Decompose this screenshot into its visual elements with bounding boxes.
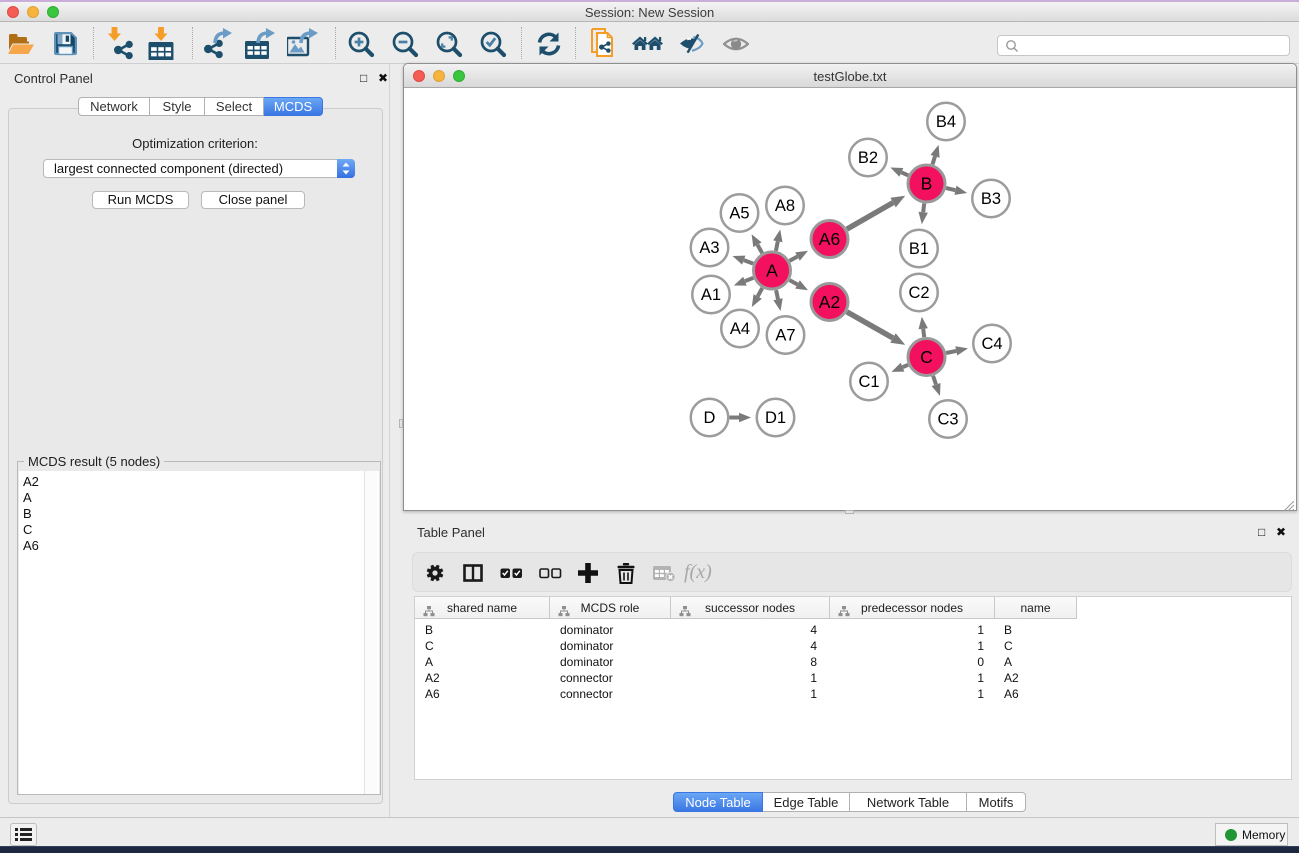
svg-text:A5: A5 xyxy=(729,205,749,223)
svg-text:D: D xyxy=(704,409,716,427)
svg-text:f(x): f(x) xyxy=(684,562,712,583)
svg-text:D1: D1 xyxy=(765,409,786,427)
svg-text:C: C xyxy=(920,347,933,367)
svg-text:A7: A7 xyxy=(775,327,795,345)
svg-text:C4: C4 xyxy=(981,335,1002,353)
svg-text:C3: C3 xyxy=(937,411,958,429)
svg-text:A3: A3 xyxy=(699,239,719,257)
svg-text:B4: B4 xyxy=(936,113,956,131)
svg-text:A1: A1 xyxy=(701,286,721,304)
svg-text:C2: C2 xyxy=(908,284,929,302)
svg-text:A2: A2 xyxy=(819,292,840,312)
svg-text:A: A xyxy=(766,261,778,281)
svg-text:A6: A6 xyxy=(819,229,840,249)
svg-text:B3: B3 xyxy=(981,190,1001,208)
svg-text:B2: B2 xyxy=(858,149,878,167)
svg-text:B: B xyxy=(921,174,933,194)
svg-text:A4: A4 xyxy=(730,320,750,338)
svg-text:C1: C1 xyxy=(858,373,879,391)
svg-text:B1: B1 xyxy=(909,240,929,258)
svg-text:A8: A8 xyxy=(775,197,795,215)
